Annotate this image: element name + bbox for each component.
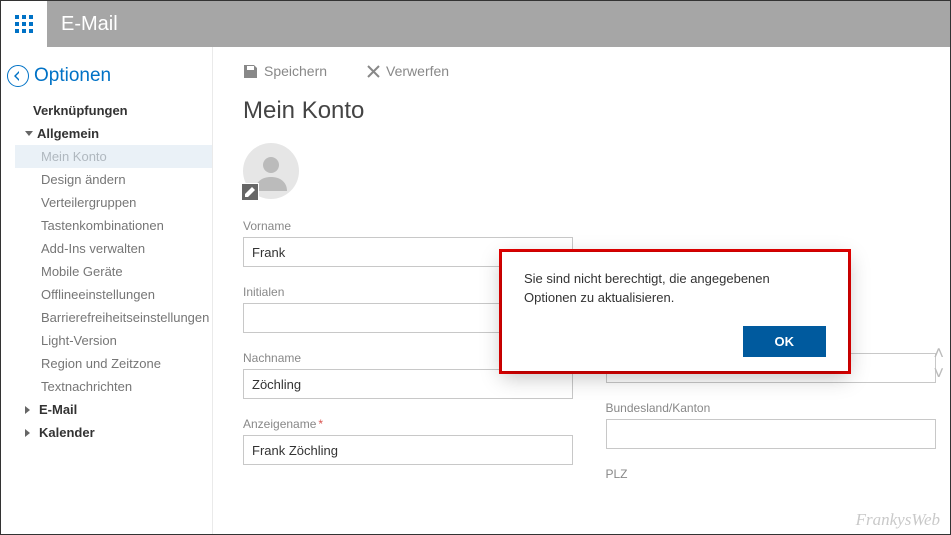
nav-item-light[interactable]: Light-Version	[15, 329, 212, 352]
label-vorname: Vorname	[243, 219, 576, 233]
options-sidebar: Optionen Verknüpfungen Allgemein Mein Ko…	[1, 47, 213, 534]
input-bundesland[interactable]	[606, 419, 936, 449]
app-title: E-Mail	[61, 13, 118, 36]
nav-item-my-account[interactable]: Mein Konto	[15, 145, 212, 168]
nav-item-region[interactable]: Region und Zeitzone	[15, 352, 212, 375]
save-icon	[243, 64, 258, 79]
caret-right-icon	[25, 406, 34, 414]
nav-item-addins[interactable]: Add-Ins verwalten	[15, 237, 212, 260]
dialog-ok-button[interactable]: OK	[743, 326, 827, 357]
scroll-up-button[interactable]: ˄	[933, 347, 944, 359]
error-dialog: Sie sind nicht berechtigt, die angegeben…	[502, 252, 848, 371]
nav-section-calendar[interactable]: Kalender	[15, 421, 212, 444]
avatar-edit-button[interactable]	[241, 183, 259, 201]
nav-section-general[interactable]: Allgemein	[15, 122, 212, 145]
back-to-mail-button[interactable]: Optionen	[1, 57, 212, 99]
error-message: Sie sind nicht berechtigt, die angegeben…	[524, 270, 826, 308]
discard-label: Verwerfen	[386, 63, 449, 79]
discard-icon	[367, 65, 380, 78]
avatar-container	[243, 143, 299, 199]
nav-section-shortcuts[interactable]: Verknüpfungen	[15, 99, 212, 122]
nav-item-shortcuts[interactable]: Tastenkombinationen	[15, 214, 212, 237]
nav-item-theme[interactable]: Design ändern	[15, 168, 212, 191]
save-label: Speichern	[264, 63, 327, 79]
watermark: FrankysWeb	[856, 510, 940, 530]
scroll-down-button[interactable]: ˅	[933, 367, 944, 379]
back-arrow-icon	[7, 65, 29, 87]
nav-item-offline[interactable]: Offlineeinstellungen	[15, 283, 212, 306]
options-title: Optionen	[34, 65, 111, 87]
page-title: Mein Konto	[243, 97, 938, 125]
error-dialog-highlight: Sie sind nicht berechtigt, die angegeben…	[499, 249, 851, 374]
save-button[interactable]: Speichern	[243, 63, 327, 79]
toolbar: Speichern Verwerfen	[243, 63, 938, 79]
nav-item-textmsg[interactable]: Textnachrichten	[15, 375, 212, 398]
required-mark: *	[318, 417, 323, 431]
scroll-spin: ˄ ˅	[933, 347, 944, 379]
nav-item-mobile[interactable]: Mobile Geräte	[15, 260, 212, 283]
waffle-icon	[15, 15, 33, 33]
caret-right-icon	[25, 429, 34, 437]
input-anzeigename[interactable]	[243, 435, 573, 465]
label-anzeigename: Anzeigename*	[243, 417, 576, 431]
discard-button[interactable]: Verwerfen	[367, 63, 449, 79]
app-header: E-Mail	[1, 1, 950, 47]
nav-item-distlists[interactable]: Verteilergruppen	[15, 191, 212, 214]
app-launcher-button[interactable]	[1, 1, 47, 47]
label-bundesland: Bundesland/Kanton	[606, 401, 939, 415]
caret-down-icon	[25, 131, 33, 136]
pencil-icon	[245, 187, 255, 197]
label-plz: PLZ	[606, 467, 939, 481]
nav-section-email[interactable]: E-Mail	[15, 398, 212, 421]
nav-item-accessibility[interactable]: Barrierefreiheitseinstellungen	[15, 306, 212, 329]
